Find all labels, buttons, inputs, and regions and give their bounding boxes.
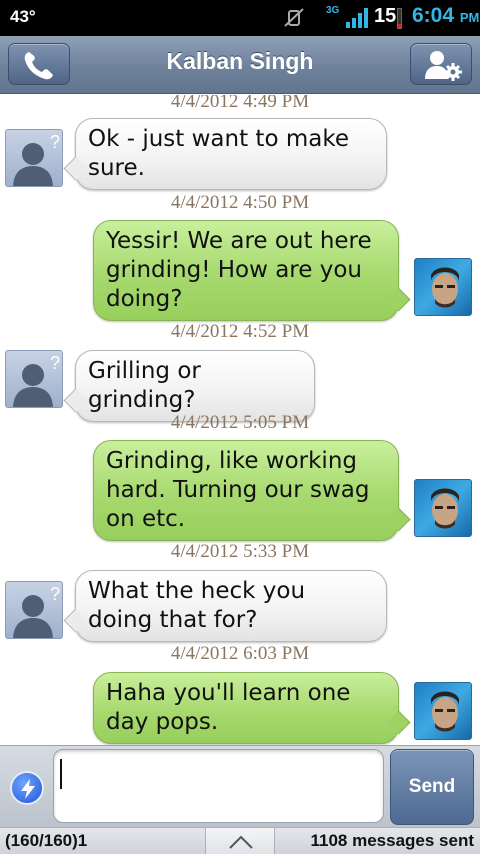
outgoing-message-bubble[interactable]: Haha you'll learn one day pops.	[93, 672, 399, 744]
message-text: Ok - just want to make sure.	[88, 126, 349, 181]
chevron-up-icon	[229, 835, 253, 849]
my-avatar[interactable]	[414, 258, 472, 316]
svg-text:?: ?	[50, 584, 60, 604]
message-text: Yessir! We are out here grinding! How ar…	[106, 228, 372, 312]
message-text: Haha you'll learn one day pops.	[106, 680, 351, 735]
message-timestamp: 4/4/2012 5:33 PM	[170, 541, 310, 562]
clock: 6:04 PM	[412, 4, 479, 28]
clock-time: 6:04	[412, 4, 455, 27]
phone-icon	[24, 52, 53, 80]
network-type-text: 3G	[326, 5, 340, 16]
compose-bar: Send	[0, 745, 480, 827]
attach-button[interactable]	[10, 771, 44, 805]
default-avatar-icon: ?	[13, 584, 60, 638]
message-input[interactable]	[53, 749, 384, 823]
message-text: What the heck you doing that for?	[88, 578, 306, 633]
contact-avatar[interactable]: ?	[5, 129, 63, 187]
contact-name: Kalban Singh	[166, 48, 314, 74]
user-photo-icon	[431, 267, 459, 308]
call-button[interactable]	[8, 43, 70, 85]
message-text: Grilling or grinding?	[88, 358, 201, 413]
messages-sent-count: 1108 messages sent	[310, 831, 474, 850]
vibrate-mute-icon	[284, 8, 304, 27]
message-thread[interactable]: 4/4/2012 4:49 PM ? Ok - just want to mak…	[0, 95, 480, 745]
message-timestamp: 4/4/2012 4:52 PM	[170, 321, 310, 342]
incoming-message-bubble[interactable]: Ok - just want to make sure.	[75, 118, 387, 190]
svg-text:?: ?	[50, 353, 60, 373]
temperature-text: 43°	[10, 7, 36, 26]
svg-text:?: ?	[50, 132, 60, 152]
message-timestamp: 4/4/2012 4:49 PM	[170, 95, 310, 112]
contact-settings-button[interactable]	[410, 43, 472, 85]
message-text: Grinding, like working hard. Turning our…	[106, 448, 370, 532]
incoming-message-bubble[interactable]: What the heck you doing that for?	[75, 570, 387, 642]
message-timestamp: 4/4/2012 5:05 PM	[170, 412, 310, 433]
conversation-header: Kalban Singh	[0, 36, 480, 94]
signal-icon	[346, 8, 368, 28]
message-timestamp: 4/4/2012 6:03 PM	[170, 643, 310, 664]
status-bar: 43° 3G 15 6:04 PM	[0, 0, 480, 36]
contact-settings-icon	[425, 51, 462, 81]
user-photo-icon	[431, 488, 459, 529]
clock-ampm: PM	[459, 10, 480, 25]
default-avatar-icon: ?	[13, 353, 60, 407]
lightning-icon	[21, 779, 35, 799]
message-timestamp: 4/4/2012 4:50 PM	[170, 192, 310, 213]
outgoing-message-bubble[interactable]: Yessir! We are out here grinding! How ar…	[93, 220, 399, 321]
battery-level-text: 15	[374, 5, 397, 27]
contact-avatar[interactable]: ?	[5, 350, 63, 408]
character-counter: (160/160)1	[5, 831, 88, 850]
contact-avatar[interactable]: ?	[5, 581, 63, 639]
my-avatar[interactable]	[414, 479, 472, 537]
outgoing-message-bubble[interactable]: Grinding, like working hard. Turning our…	[93, 440, 399, 541]
send-button[interactable]: Send	[390, 749, 474, 825]
text-cursor	[60, 759, 62, 789]
bottom-bar: (160/160)1 1108 messages sent	[0, 827, 480, 854]
battery-icon	[397, 8, 402, 29]
my-avatar[interactable]	[414, 682, 472, 740]
default-avatar-icon: ?	[13, 132, 60, 186]
user-photo-icon	[431, 691, 459, 732]
expand-button[interactable]	[205, 827, 275, 854]
